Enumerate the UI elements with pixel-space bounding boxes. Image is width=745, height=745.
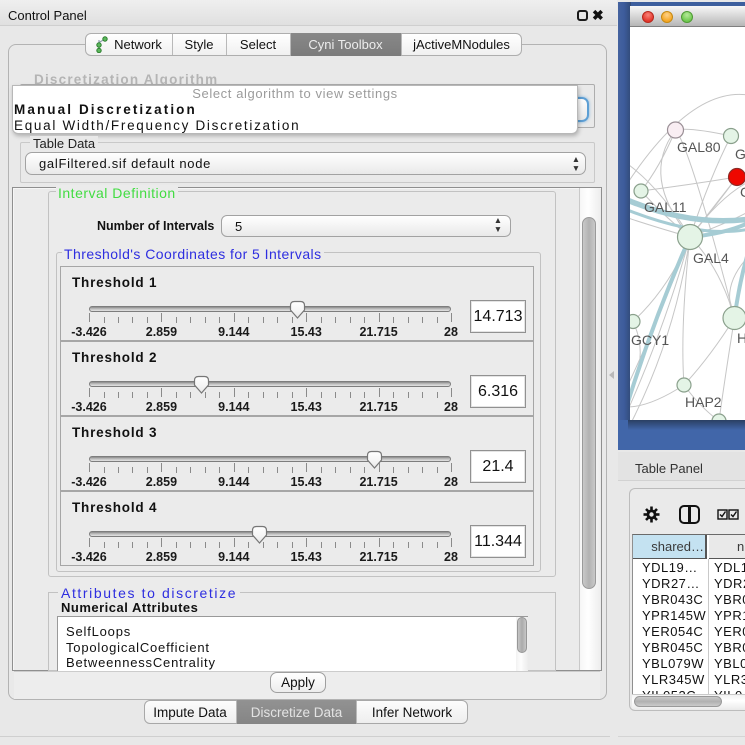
svg-text:C: C	[740, 184, 745, 200]
svg-text:GAL80: GAL80	[677, 139, 721, 155]
svg-text:H: H	[737, 330, 745, 346]
svg-text:HAP2: HAP2	[685, 394, 722, 410]
svg-text:GCY1: GCY1	[631, 332, 669, 348]
svg-text:GAL4: GAL4	[693, 250, 729, 266]
svg-text:GA: GA	[735, 146, 745, 162]
svg-text:GAL11: GAL11	[644, 199, 687, 215]
